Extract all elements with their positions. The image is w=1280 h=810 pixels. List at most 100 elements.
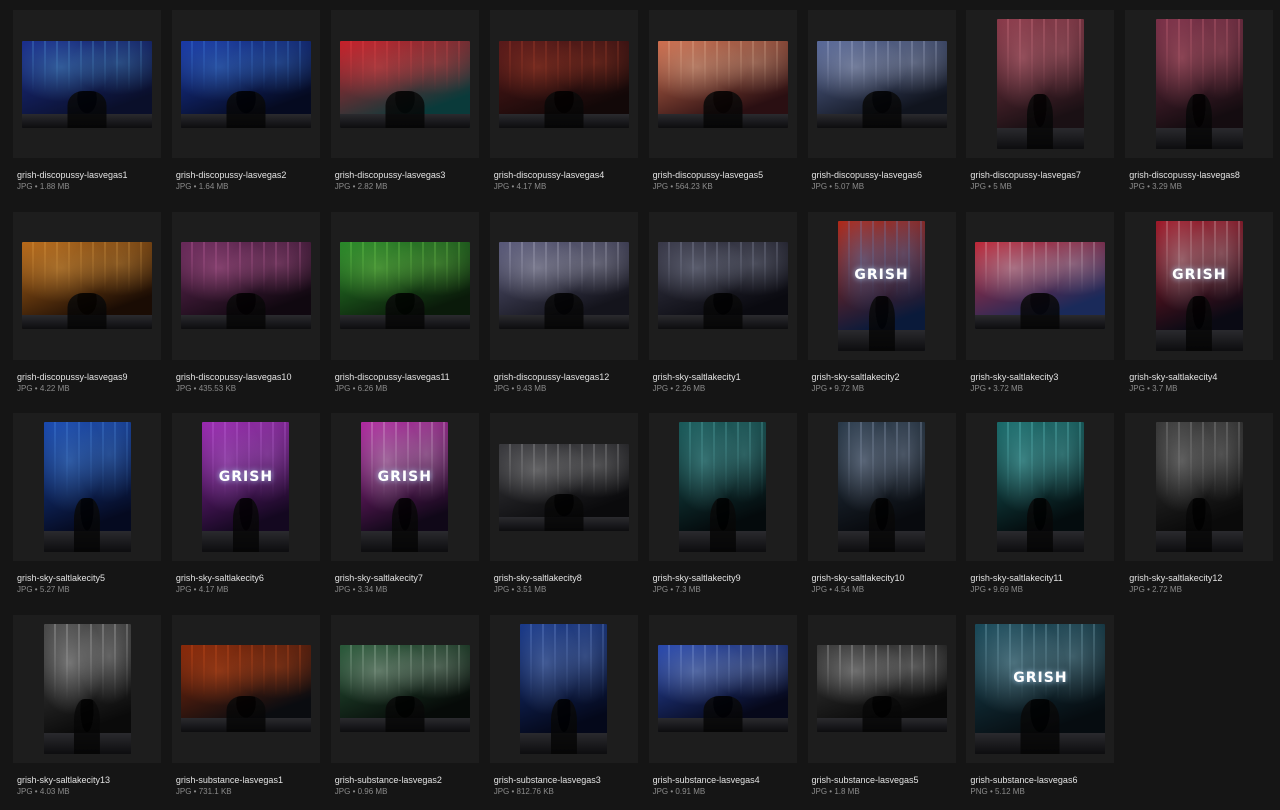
file-name[interactable]: grish-discopussy-lasvegas12: [494, 372, 610, 382]
file-name[interactable]: grish-sky-saltlakecity12: [1129, 573, 1222, 583]
photo-thumbnail[interactable]: [498, 443, 629, 531]
thumbnail-frame[interactable]: [648, 211, 797, 360]
file-name[interactable]: grish-discopussy-lasvegas7: [970, 170, 1081, 180]
thumbnail-frame[interactable]: GRISH: [966, 614, 1115, 763]
photo-thumbnail[interactable]: [975, 242, 1106, 330]
file-name[interactable]: grish-sky-saltlakecity8: [494, 573, 582, 583]
photo-thumbnail[interactable]: [996, 19, 1084, 149]
thumbnail-frame[interactable]: [648, 10, 797, 158]
file-name[interactable]: grish-discopussy-lasvegas1: [17, 170, 128, 180]
file-tile[interactable]: grish-sky-saltlakecity13 JPG • 4.03 MB: [13, 614, 161, 810]
photo-thumbnail[interactable]: [520, 623, 608, 754]
photo-thumbnail[interactable]: [657, 40, 788, 128]
photo-thumbnail[interactable]: [43, 623, 131, 754]
file-tile[interactable]: grish-discopussy-lasvegas1 JPG • 1.88 MB: [13, 10, 161, 205]
file-name[interactable]: grish-sky-saltlakecity4: [1129, 372, 1217, 382]
file-tile[interactable]: GRISH grish-sky-saltlakecity4 JPG • 3.7 MB: [1125, 211, 1274, 407]
photo-thumbnail[interactable]: [838, 422, 925, 553]
file-name[interactable]: grish-substance-lasvegas3: [494, 775, 601, 785]
file-tile[interactable]: grish-sky-saltlakecity1 JPG • 2.26 MB: [648, 211, 797, 407]
photo-thumbnail[interactable]: [657, 242, 788, 330]
thumbnail-frame[interactable]: [330, 211, 479, 360]
thumbnail-frame[interactable]: [807, 413, 956, 562]
file-tile[interactable]: GRISH grish-sky-saltlakecity7 JPG • 3.34 M…: [330, 413, 479, 608]
thumbnail-frame[interactable]: GRISH: [1125, 211, 1274, 360]
file-name[interactable]: grish-discopussy-lasvegas4: [494, 170, 605, 180]
file-tile[interactable]: grish-substance-lasvegas3 JPG • 812.76 KB: [489, 614, 638, 810]
photo-thumbnail[interactable]: [498, 242, 629, 330]
file-tile[interactable]: grish-discopussy-lasvegas3 JPG • 2.82 MB: [330, 10, 479, 205]
photo-thumbnail[interactable]: [180, 242, 311, 330]
thumbnail-frame[interactable]: [171, 10, 320, 158]
photo-thumbnail[interactable]: [498, 40, 629, 128]
thumbnail-frame[interactable]: [966, 413, 1115, 562]
file-tile[interactable]: grish-sky-saltlakecity8 JPG • 3.51 MB: [489, 413, 638, 608]
file-tile[interactable]: grish-discopussy-lasvegas7 JPG • 5 MB: [966, 10, 1115, 205]
file-tile[interactable]: grish-substance-lasvegas2 JPG • 0.96 MB: [330, 614, 479, 810]
file-name[interactable]: grish-sky-saltlakecity9: [653, 573, 741, 583]
file-name[interactable]: grish-discopussy-lasvegas2: [176, 170, 287, 180]
thumbnail-frame[interactable]: [1125, 10, 1274, 158]
photo-thumbnail[interactable]: [1155, 422, 1243, 553]
file-tile[interactable]: grish-sky-saltlakecity12 JPG • 2.72 MB: [1125, 413, 1274, 608]
photo-thumbnail[interactable]: GRISH: [361, 422, 449, 553]
file-tile[interactable]: grish-discopussy-lasvegas8 JPG • 3.29 MB: [1125, 10, 1274, 205]
file-tile[interactable]: grish-sky-saltlakecity10 JPG • 4.54 MB: [807, 413, 956, 608]
thumbnail-frame[interactable]: [807, 614, 956, 763]
file-name[interactable]: grish-sky-saltlakecity1: [653, 372, 741, 382]
photo-thumbnail[interactable]: [339, 40, 470, 128]
photo-thumbnail[interactable]: [180, 40, 311, 128]
file-tile[interactable]: GRISH grish-substance-lasvegas6 PNG • 5.12…: [966, 614, 1115, 810]
file-tile[interactable]: grish-sky-saltlakecity11 JPG • 9.69 MB: [966, 413, 1115, 608]
photo-thumbnail[interactable]: [180, 645, 311, 733]
photo-thumbnail[interactable]: [1155, 19, 1243, 149]
file-tile[interactable]: grish-discopussy-lasvegas5 JPG • 564.23 K…: [648, 10, 797, 205]
thumbnail-frame[interactable]: GRISH: [807, 211, 956, 360]
file-tile[interactable]: GRISH grish-sky-saltlakecity6 JPG • 4.17 M…: [171, 413, 320, 608]
photo-thumbnail[interactable]: [339, 242, 470, 330]
thumbnail-frame[interactable]: [648, 614, 797, 763]
thumbnail-frame[interactable]: [13, 10, 161, 158]
thumbnail-frame[interactable]: [171, 614, 320, 763]
thumbnail-frame[interactable]: [489, 211, 638, 360]
photo-thumbnail[interactable]: [657, 645, 788, 733]
file-name[interactable]: grish-discopussy-lasvegas3: [335, 170, 446, 180]
file-name[interactable]: grish-substance-lasvegas4: [653, 775, 760, 785]
thumbnail-frame[interactable]: [966, 211, 1115, 360]
file-name[interactable]: grish-discopussy-lasvegas10: [176, 372, 292, 382]
file-tile[interactable]: grish-substance-lasvegas5 JPG • 1.8 MB: [807, 614, 956, 810]
thumbnail-frame[interactable]: [807, 10, 956, 158]
file-name[interactable]: grish-sky-saltlakecity6: [176, 573, 264, 583]
thumbnail-frame[interactable]: [171, 211, 320, 360]
file-name[interactable]: grish-discopussy-lasvegas6: [812, 170, 923, 180]
thumbnail-frame[interactable]: [13, 211, 161, 360]
photo-thumbnail[interactable]: GRISH: [1155, 220, 1243, 351]
file-tile[interactable]: grish-discopussy-lasvegas11 JPG • 6.26 MB: [330, 211, 479, 407]
thumbnail-frame[interactable]: GRISH: [330, 413, 479, 562]
photo-thumbnail[interactable]: [43, 422, 131, 553]
photo-thumbnail[interactable]: [22, 40, 152, 128]
photo-thumbnail[interactable]: [996, 422, 1084, 553]
file-name[interactable]: grish-substance-lasvegas5: [812, 775, 919, 785]
file-tile[interactable]: grish-discopussy-lasvegas10 JPG • 435.53 …: [171, 211, 320, 407]
file-name[interactable]: grish-substance-lasvegas6: [970, 775, 1077, 785]
file-name[interactable]: grish-discopussy-lasvegas8: [1129, 170, 1240, 180]
thumbnail-frame[interactable]: [489, 413, 638, 562]
file-tile[interactable]: grish-discopussy-lasvegas2 JPG • 1.64 MB: [171, 10, 320, 205]
thumbnail-frame[interactable]: [1125, 413, 1274, 562]
file-tile[interactable]: grish-substance-lasvegas1 JPG • 731.1 KB: [171, 614, 320, 810]
file-name[interactable]: grish-sky-saltlakecity11: [970, 573, 1062, 583]
photo-thumbnail[interactable]: GRISH: [975, 623, 1106, 754]
file-name[interactable]: grish-sky-saltlakecity7: [335, 573, 423, 583]
file-name[interactable]: grish-sky-saltlakecity2: [812, 372, 900, 382]
thumbnail-frame[interactable]: [648, 413, 797, 562]
thumbnail-frame[interactable]: [13, 413, 161, 562]
file-name[interactable]: grish-sky-saltlakecity10: [812, 573, 905, 583]
photo-thumbnail[interactable]: [679, 422, 767, 553]
file-name[interactable]: grish-discopussy-lasvegas11: [335, 372, 450, 382]
photo-thumbnail[interactable]: [816, 645, 947, 733]
thumbnail-frame[interactable]: [330, 614, 479, 763]
thumbnail-frame[interactable]: GRISH: [171, 413, 320, 562]
photo-thumbnail[interactable]: [22, 242, 152, 330]
photo-thumbnail[interactable]: GRISH: [838, 220, 925, 351]
